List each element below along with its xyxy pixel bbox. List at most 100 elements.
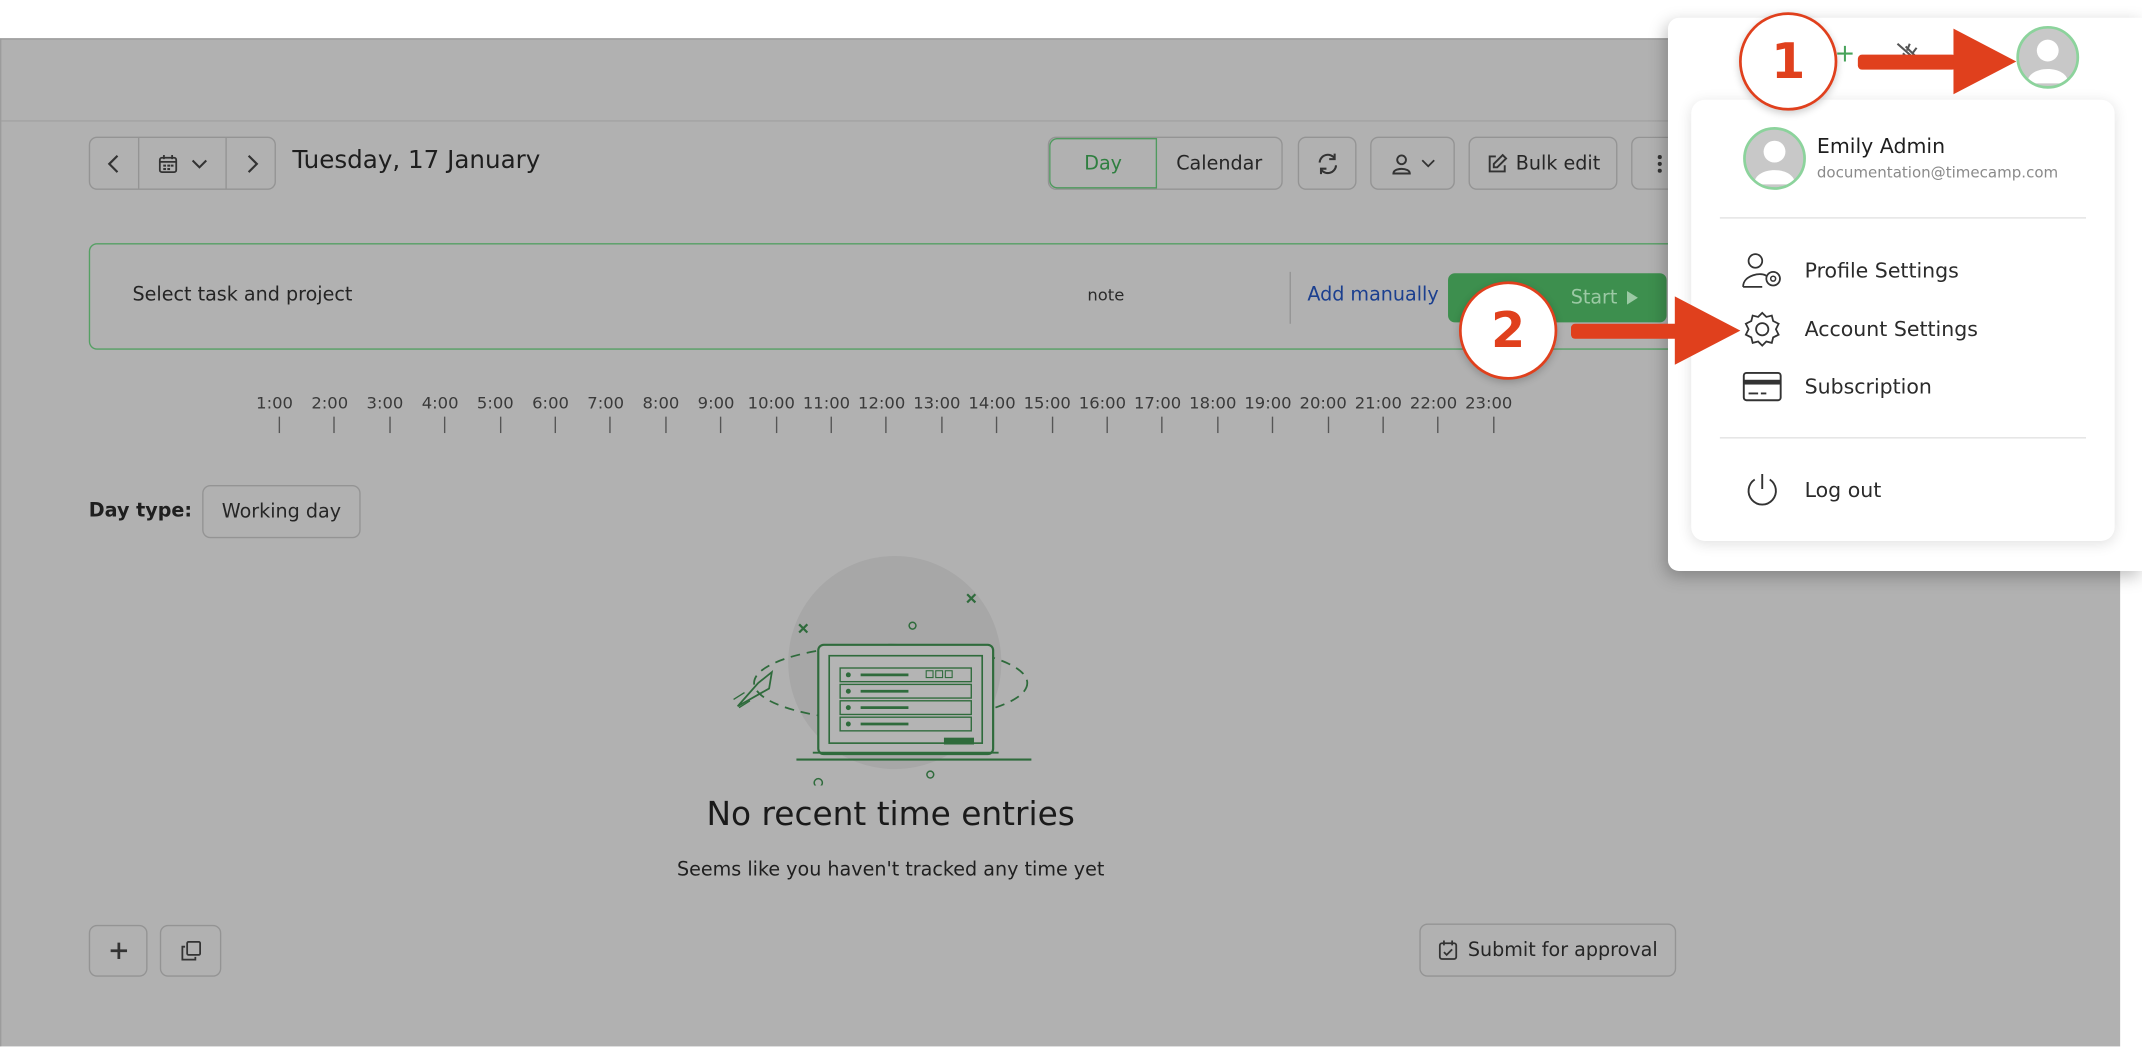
add-entry-button[interactable] xyxy=(88,924,148,977)
tab-day[interactable]: Day xyxy=(1049,137,1158,189)
more-icon xyxy=(1656,154,1662,173)
copy-icon xyxy=(180,940,202,962)
timeline-tick xyxy=(664,416,667,434)
view-toggle: Day Calendar xyxy=(1047,136,1283,190)
timeline-hour-label: 17:00 xyxy=(1133,393,1182,413)
annotation-marker-2: 2 xyxy=(1458,281,1558,380)
task-project-select[interactable]: Select task and project xyxy=(133,284,353,306)
empty-state-title: No recent time entries xyxy=(706,795,1075,834)
hour-timeline: 1:00 2:00 3:00 4:00 5:00 6:00 7:00 8:00 9:00 10:0… xyxy=(253,393,1530,434)
user-settings-icon xyxy=(1740,249,1784,293)
bulk-edit-label: Bulk edit xyxy=(1515,152,1601,175)
chevron-left-icon xyxy=(106,154,122,173)
plus-icon xyxy=(107,940,129,962)
timeline-tick xyxy=(444,416,446,434)
empty-state-subtitle: Seems like you haven't tracked any time … xyxy=(676,859,1105,882)
timeline-tick xyxy=(389,416,391,434)
add-icon[interactable]: + xyxy=(1835,40,1856,69)
timeline-hour-label: 6:00 xyxy=(532,393,569,413)
user-menu: Emily Admin documentation@timecamp.com P… xyxy=(1691,99,2115,541)
timeline-hour-label: 9:00 xyxy=(697,393,735,413)
annotation-arrow-1 xyxy=(1857,28,2017,95)
avatar[interactable] xyxy=(2016,25,2080,89)
timeline-hour-label: 18:00 xyxy=(1189,393,1237,413)
timeline-tick xyxy=(996,416,998,434)
edit-icon xyxy=(1486,152,1508,174)
timeline-tick xyxy=(554,416,556,434)
menu-divider xyxy=(1719,217,2086,219)
timeline-hour-label: 23:00 xyxy=(1465,393,1513,413)
calendar-check-icon xyxy=(1438,940,1457,960)
timeline-tick xyxy=(499,416,501,434)
timeline-hour-label: 3:00 xyxy=(366,393,404,413)
timeline-hour-label: 20:00 xyxy=(1299,393,1347,413)
timeline-tick xyxy=(775,416,777,434)
timeline-hour-label: 16:00 xyxy=(1078,393,1127,413)
copy-entries-button[interactable] xyxy=(159,924,222,977)
timeline-tick xyxy=(1437,416,1440,434)
menu-item-label: Subscription xyxy=(1804,374,1932,399)
note-input[interactable]: note xyxy=(1087,286,1124,305)
gear-icon xyxy=(1740,307,1784,351)
timeline-hour-label: 12:00 xyxy=(858,393,906,413)
menu-item-log-out[interactable]: Log out xyxy=(1740,469,2095,513)
timeline-tick xyxy=(333,416,336,434)
empty-state-illustration xyxy=(731,546,1052,786)
submit-for-approval-button[interactable]: Submit for approval xyxy=(1419,923,1677,977)
tracker-divider xyxy=(1289,271,1291,324)
chevron-right-icon xyxy=(242,154,258,173)
day-type-label: Day type: xyxy=(88,499,193,522)
prev-day-button[interactable] xyxy=(90,137,140,189)
timeline-hour-label: 4:00 xyxy=(421,393,459,413)
timeline-tick xyxy=(1216,416,1219,434)
menu-item-subscription[interactable]: Subscription xyxy=(1740,365,2095,409)
timeline-hour-label: 22:00 xyxy=(1409,393,1458,413)
time-tracker-bar: Select task and project note Add manuall… xyxy=(88,243,1688,350)
day-type-select[interactable]: Working day xyxy=(202,484,361,539)
screenshot-stage: Tuesday, 17 January Day Calendar Bulk ed… xyxy=(0,0,2142,1047)
annotation-arrow-2 xyxy=(1570,296,1741,365)
menu-item-account-settings[interactable]: Account Settings xyxy=(1740,307,2095,351)
submit-for-approval-label: Submit for approval xyxy=(1467,939,1658,962)
timeline-tick xyxy=(1272,416,1274,434)
date-picker-button[interactable] xyxy=(139,137,227,189)
credit-card-icon xyxy=(1740,365,1784,409)
menu-item-label: Account Settings xyxy=(1804,316,1978,342)
timeline-hour-label: 8:00 xyxy=(642,393,680,413)
calendar-icon xyxy=(158,154,177,173)
timeline-tick xyxy=(1106,416,1108,434)
timeline-tick xyxy=(1492,416,1495,434)
user-filter-button[interactable] xyxy=(1370,136,1455,190)
user-name: Emily Admin xyxy=(1816,133,1946,159)
timeline-hour-label: 13:00 xyxy=(913,393,961,413)
timeline-hour-label: 15:00 xyxy=(1023,393,1071,413)
add-manually-link[interactable]: Add manually xyxy=(1307,284,1438,306)
page-title: Tuesday, 17 January xyxy=(292,146,541,175)
timeline-hour-label: 5:00 xyxy=(476,393,514,413)
timeline-hour-label: 19:00 xyxy=(1244,393,1292,413)
menu-item-profile-settings[interactable]: Profile Settings xyxy=(1740,249,2095,293)
date-navigator xyxy=(88,136,276,190)
bulk-edit-button[interactable]: Bulk edit xyxy=(1468,136,1618,190)
tab-calendar[interactable]: Calendar xyxy=(1157,138,1281,189)
timeline-hour-label: 7:00 xyxy=(587,393,625,413)
menu-avatar xyxy=(1743,127,1806,190)
timeline-hour-label: 11:00 xyxy=(802,393,851,413)
next-day-button[interactable] xyxy=(227,138,275,189)
timeline-tick xyxy=(720,416,722,434)
timeline-hour-label: 14:00 xyxy=(968,393,1016,413)
timeline-hour-label: 2:00 xyxy=(311,393,349,413)
chevron-down-icon xyxy=(191,158,207,169)
timeline-tick xyxy=(885,416,888,434)
timeline-tick xyxy=(609,416,612,434)
annotation-marker-1: 1 xyxy=(1739,12,1838,111)
timeline-tick xyxy=(940,416,943,434)
timeline-tick xyxy=(1161,416,1164,434)
menu-item-label: Log out xyxy=(1804,478,1882,503)
timeline-hour-label: 21:00 xyxy=(1354,393,1402,413)
menu-divider xyxy=(1719,437,2086,439)
power-icon xyxy=(1740,469,1784,513)
refresh-button[interactable] xyxy=(1297,136,1357,190)
timeline-tick xyxy=(830,416,832,434)
refresh-icon xyxy=(1315,151,1340,176)
